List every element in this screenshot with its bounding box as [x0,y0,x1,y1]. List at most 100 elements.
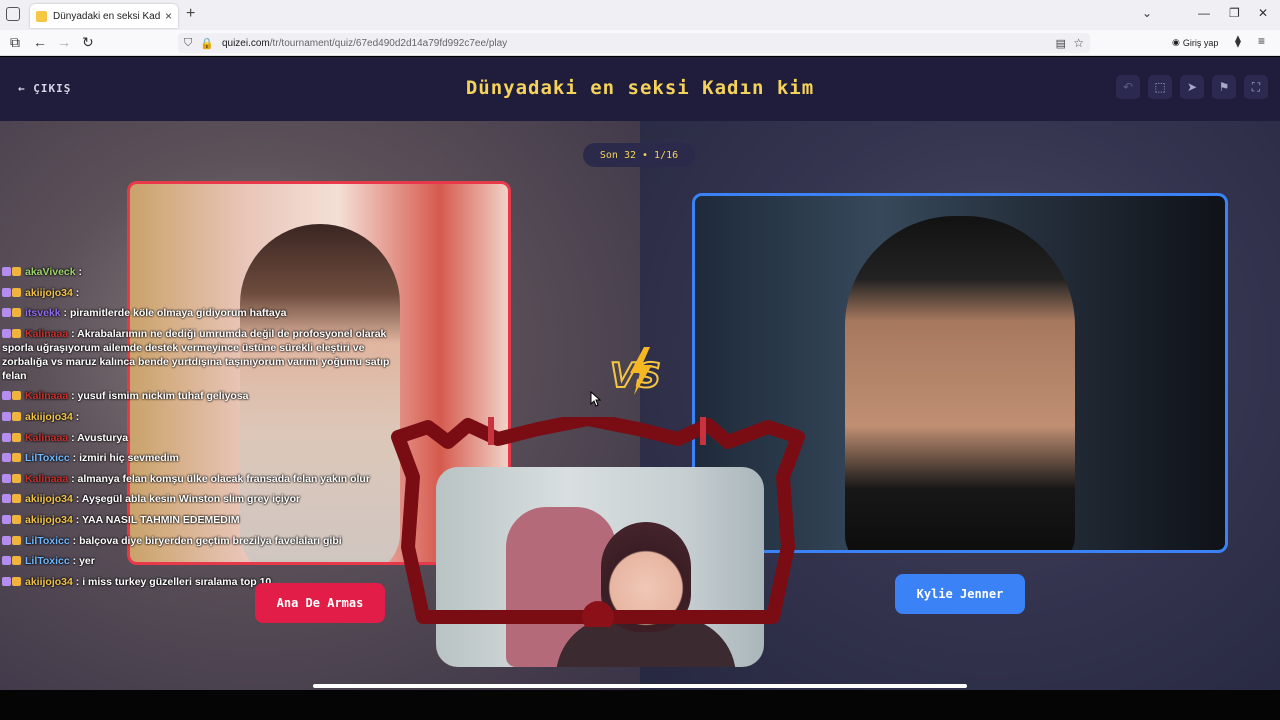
quiz-header: ← ÇIKIŞ Dünyadaki en seksi Kadın kim ↶ ⬚… [0,57,1280,121]
chat-text: : i miss turkey güzelleri sıralama top 1… [72,575,272,588]
chat-message: Kalinaaa : Akrabalarımın ne dediği umrum… [2,327,412,383]
send-icon[interactable]: ➤ [1180,75,1204,99]
chat-username[interactable]: LilToxicc [25,452,70,464]
minimize-icon[interactable]: — [1198,6,1210,20]
chat-username[interactable]: Kalinaaa [25,432,68,444]
chat-username[interactable]: LilToxicc [25,535,70,547]
chat-message: Kalinaaa : almanya felan komşu ülke olac… [2,472,412,486]
chat-badges-icon [2,287,22,299]
horizontal-scrollbar[interactable] [313,684,967,688]
chat-message: akiijojo34 : [2,286,412,300]
maximize-icon[interactable]: ❐ [1229,6,1240,20]
reader-view-icon[interactable]: ▤ [1056,37,1066,50]
chat-badges-icon [2,535,22,547]
chat-badges-icon [2,555,22,567]
chat-username[interactable]: LilToxicc [25,555,70,567]
chat-overlay: akaViveck : akiijojo34 : itsvekk : piramit… [2,265,412,595]
back-icon[interactable]: ← [33,34,47,50]
forward-icon[interactable]: → [57,34,71,50]
share-icon[interactable]: ⬚ [1148,75,1172,99]
flag-icon[interactable]: ⚑ [1212,75,1236,99]
close-tab-icon[interactable]: × [165,9,172,23]
webcam-frame [391,417,805,627]
chat-username[interactable]: akiijojo34 [25,493,73,505]
matchup-arena: Son 32 • 1/16 VS akaViveck : akiijojo34 :… [0,121,1280,690]
chat-badges-icon [2,307,22,319]
url-path: /tr/tournament/quiz/67ed490d2d14a79fd992… [269,37,508,49]
chat-message: Kalinaaa : Avusturya [2,431,412,445]
browser-tab-bar: Dünyadaki en seksi Kadın kim - × + ⌄ — ❐… [0,0,1280,30]
left-contestant-name-button[interactable]: Ana De Armas [255,583,385,623]
chat-username[interactable]: itsvekk [25,307,61,319]
chat-username[interactable]: Kalinaaa [25,473,68,485]
right-contestant-photo [845,216,1075,550]
chat-message: akiijojo34 : Ayşegül abla kesin Winston … [2,492,412,506]
chat-text: : izmiri hiç sevmedim [69,452,179,465]
bookmark-star-icon[interactable]: ☆ [1073,36,1084,50]
lock-icon: 🔒 [200,37,214,50]
chat-username[interactable]: akiijojo34 [25,576,73,588]
tab-title: Dünyadaki en seksi Kadın kim - [53,10,160,22]
chat-text: : almanya felan komşu ülke olacak fransa… [68,472,370,485]
tool-buttons: ↶ ⬚ ➤ ⚑ ⛶ [1116,75,1268,99]
shield-icon[interactable]: ⛉ [184,37,192,50]
chat-text: : Ayşegül abla kesin Winston slim grey i… [72,493,301,506]
chat-text: : YAA NASIL TAHMIN EDEMEDIM [72,513,240,526]
chat-text: : piramitlerde köle olmaya gidiyorum haf… [60,307,287,320]
signin-button[interactable]: ◉ Giriş yap [1172,37,1218,48]
chat-text: : [75,266,83,278]
chat-username[interactable]: Kalinaaa [25,390,68,402]
chat-message: itsvekk : piramitlerde köle olmaya gidiy… [2,306,412,320]
new-tab-icon[interactable]: + [186,5,195,23]
round-badge: Son 32 • 1/16 [583,143,695,167]
browser-tab[interactable]: Dünyadaki en seksi Kadın kim - × [30,4,178,28]
vs-icon: VS [609,347,662,397]
chat-badges-icon [2,493,22,505]
chat-text: : [72,286,80,299]
chat-badges-icon [2,266,22,278]
chat-badges-icon [2,576,22,588]
chat-message: LilToxicc : izmiri hiç sevmedim [2,451,412,465]
chat-username[interactable]: akiijojo34 [25,411,73,423]
candle-icon-right [700,417,706,445]
bat-ornament-icon [582,601,614,627]
chat-badges-icon [2,411,22,423]
chat-text: : yer [69,555,95,568]
browser-toolbar: ⧉ ← → ↻ ⛉ 🔒 quizei.com /tr/tournament/qu… [0,30,1280,56]
chat-text: : yusuf ismim nickim tuhaf geliyosa [68,390,249,403]
page-title: Dünyadaki en seksi Kadın kim [465,77,815,99]
chat-message: Kalinaaa : yusuf ismim nickim tuhaf geli… [2,389,412,403]
tab-list-icon[interactable] [6,7,20,21]
sidebar-toggle-icon[interactable]: ⧉ [10,34,20,51]
reload-icon[interactable]: ↻ [82,34,94,51]
chat-username[interactable]: akiijojo34 [25,287,73,299]
chat-username[interactable]: akiijojo34 [25,514,73,526]
quiz-page: ← ÇIKIŞ Dünyadaki en seksi Kadın kim ↶ ⬚… [0,57,1280,690]
candle-icon [488,417,494,445]
signin-label: Giriş yap [1182,37,1219,48]
tab-overflow-chevron-icon[interactable]: ⌄ [1142,6,1152,20]
menu-icon[interactable]: ≡ [1258,34,1265,48]
chat-text: : balçova diye biryerden geçtim brezilya… [69,534,342,547]
fullscreen-icon[interactable]: ⛶ [1244,75,1268,99]
favicon-icon [36,10,47,22]
chat-badges-icon [2,432,22,444]
chat-message: akaViveck : [2,265,412,279]
extensions-icon[interactable]: ⧫ [1235,34,1241,48]
url-bar[interactable]: ⛉ 🔒 quizei.com /tr/tournament/quiz/67ed4… [178,33,1090,53]
chat-badges-icon [2,473,22,485]
chat-message: akiijojo34 : [2,410,412,424]
chat-message: LilToxicc : yer [2,554,412,568]
chat-username[interactable]: Kalinaaa [25,328,68,340]
mouse-cursor-icon [590,391,602,407]
undo-icon[interactable]: ↶ [1116,75,1140,99]
account-icon: ◉ [1172,37,1180,47]
gothic-frame-border [391,417,805,624]
chat-message: LilToxicc : balçova diye biryerden geçti… [2,534,412,548]
chat-badges-icon [2,514,22,526]
chat-username[interactable]: akaViveck [25,266,76,278]
right-contestant-name-button[interactable]: Kylie Jenner [895,574,1025,614]
url-domain: quizei.com [221,37,270,49]
close-window-icon[interactable]: ✕ [1258,6,1268,20]
chat-badges-icon [2,328,22,340]
